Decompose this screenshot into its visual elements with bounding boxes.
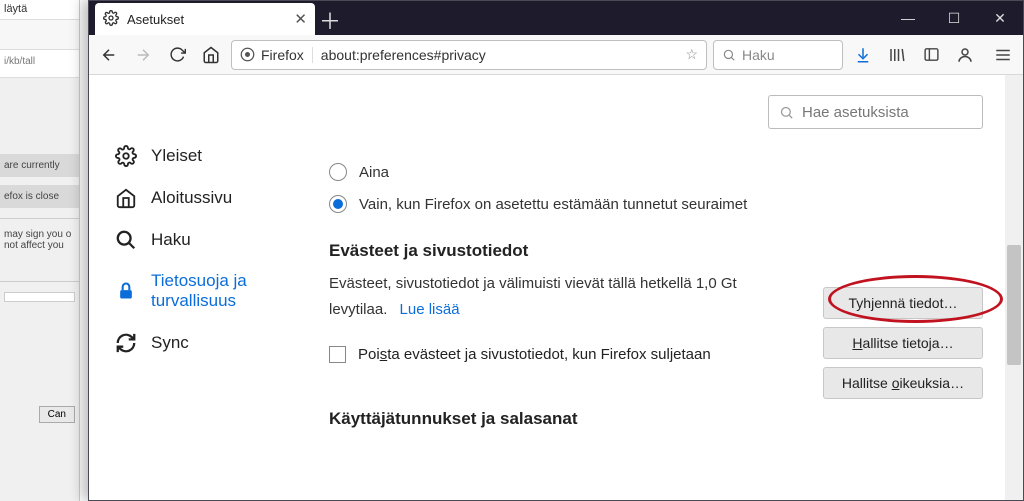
checkbox-label: Poista evästeet ja sivustotiedot, kun Fi… xyxy=(358,346,711,363)
sidebar-item-label: Yleiset xyxy=(151,146,202,166)
nav-toolbar: Firefox about:preferences#privacy ☆ Haku xyxy=(89,35,1023,75)
radio-icon xyxy=(329,163,347,181)
radio-label: Vain, kun Firefox on asetettu estämään t… xyxy=(359,196,747,213)
url-text: about:preferences#privacy xyxy=(321,47,486,63)
section-cookies-title: Evästeet ja sivustotiedot xyxy=(329,241,983,261)
back-button[interactable] xyxy=(95,41,123,69)
identity-box[interactable]: Firefox xyxy=(240,47,313,63)
menu-button[interactable] xyxy=(989,41,1017,69)
bg-cancel-button[interactable]: Can xyxy=(39,406,75,423)
radio-always[interactable]: Aina xyxy=(329,163,983,181)
tab-settings[interactable]: Asetukset ✕ xyxy=(95,3,315,35)
scrollbar-thumb[interactable] xyxy=(1007,245,1021,365)
sidebar-item-label: Tietosuoja jaturvallisuus xyxy=(151,271,247,312)
radio-only-blocking[interactable]: Vain, kun Firefox on asetettu estämään t… xyxy=(329,195,983,213)
content-area: Yleiset Aloitussivu Haku Tietosuoja xyxy=(89,75,1023,500)
firefox-icon xyxy=(240,47,255,62)
learn-more-link[interactable]: Lue lisää xyxy=(400,301,460,318)
account-button[interactable] xyxy=(951,41,979,69)
manage-data-button[interactable]: Hallitse tietoja… xyxy=(823,327,983,359)
firefox-window: Asetukset ✕ ＋ — ☐ ✕ Firefox about:prefer xyxy=(88,0,1024,501)
section-logins-title: Käyttäjätunnukset ja salasanat xyxy=(329,409,983,429)
maximize-button[interactable]: ☐ xyxy=(931,1,977,35)
manage-permissions-button[interactable]: Hallitse oikeuksia… xyxy=(823,367,983,399)
clear-data-button[interactable]: Tyhjennä tiedot… xyxy=(823,287,983,319)
bookmark-star-icon[interactable]: ☆ xyxy=(685,46,698,63)
url-bar[interactable]: Firefox about:preferences#privacy ☆ xyxy=(231,40,707,70)
search-icon xyxy=(115,229,137,251)
tab-bar: Asetukset ✕ ＋ — ☐ ✕ xyxy=(89,1,1023,35)
bg-toolbar xyxy=(0,20,79,50)
search-bar[interactable]: Haku xyxy=(713,40,843,70)
bg-body: are currently efox is close may sign you… xyxy=(0,78,79,310)
sidebar-item-privacy[interactable]: Tietosuoja jaturvallisuus xyxy=(107,261,319,322)
sidebar-item-sync[interactable]: Sync xyxy=(107,322,319,364)
close-window-button[interactable]: ✕ xyxy=(977,1,1023,35)
sidebar-item-home[interactable]: Aloitussivu xyxy=(107,177,319,219)
settings-search-input[interactable]: Hae asetuksista xyxy=(768,95,983,129)
identity-label: Firefox xyxy=(261,47,304,63)
sidebar-button[interactable] xyxy=(917,41,945,69)
cookies-description: Evästeet, sivustotiedot ja välimuisti vi… xyxy=(329,271,799,322)
new-tab-button[interactable]: ＋ xyxy=(315,5,345,35)
radio-group: Aina Vain, kun Firefox on asetettu estäm… xyxy=(329,163,983,213)
minimize-button[interactable]: — xyxy=(885,1,931,35)
sidebar-item-label: Aloitussivu xyxy=(151,188,232,208)
lock-icon xyxy=(115,280,137,302)
bg-url: i/kb/tall xyxy=(0,50,79,78)
library-button[interactable] xyxy=(883,41,911,69)
tab-close-icon[interactable]: ✕ xyxy=(294,10,307,28)
bg-strip-1: are currently xyxy=(0,154,79,177)
gear-icon xyxy=(115,145,137,167)
downloads-button[interactable] xyxy=(849,41,877,69)
gear-icon xyxy=(103,10,119,29)
sidebar-item-label: Haku xyxy=(151,230,191,250)
sync-icon xyxy=(115,332,137,354)
home-button[interactable] xyxy=(197,41,225,69)
sidebar-item-label: Sync xyxy=(151,333,189,353)
bg-title: läytä xyxy=(0,0,79,20)
search-icon xyxy=(722,48,736,62)
settings-sidebar: Yleiset Aloitussivu Haku Tietosuoja xyxy=(89,75,319,500)
window-controls: — ☐ ✕ xyxy=(885,1,1023,35)
search-icon xyxy=(779,105,794,120)
sidebar-item-search[interactable]: Haku xyxy=(107,219,319,261)
search-placeholder: Haku xyxy=(742,47,775,63)
radio-icon xyxy=(329,195,347,213)
home-icon xyxy=(115,187,137,209)
settings-search-placeholder: Hae asetuksista xyxy=(802,104,909,121)
bg-note-2: not affect you xyxy=(4,240,75,251)
tab-label: Asetukset xyxy=(127,12,184,27)
settings-main: Hae asetuksista Aina Vain, kun Firefox o… xyxy=(319,75,1023,500)
scrollbar[interactable] xyxy=(1005,75,1023,500)
bg-strip-2: efox is close xyxy=(0,185,79,208)
sidebar-item-general[interactable]: Yleiset xyxy=(107,135,319,177)
cookies-button-column: Tyhjennä tiedot… Hallitse tietoja… Halli… xyxy=(823,287,983,399)
bg-note-1: may sign you o xyxy=(4,229,75,240)
background-window: läytä i/kb/tall are currently efox is cl… xyxy=(0,0,80,501)
radio-label: Aina xyxy=(359,164,389,181)
checkbox-icon xyxy=(329,346,346,363)
forward-button[interactable] xyxy=(129,41,157,69)
reload-button[interactable] xyxy=(163,41,191,69)
